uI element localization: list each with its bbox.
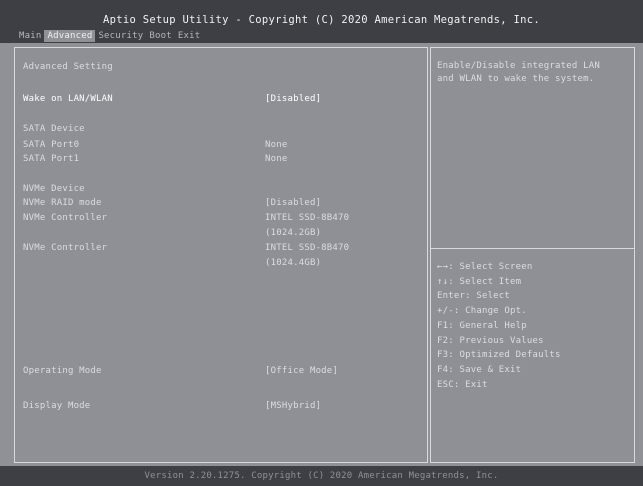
tab-security[interactable]: Security [95,30,146,42]
title-bar: Aptio Setup Utility - Copyright (C) 2020… [0,0,643,43]
display-mode-value[interactable]: [MSHybrid] [265,401,321,412]
sata-port1-label: SATA Port1 [23,154,80,164]
wake-on-lan-value[interactable]: [Disabled] [265,94,321,105]
section-title: Advanced Setting [23,62,113,72]
wake-on-lan-label[interactable]: Wake on LAN/WLAN [23,94,113,105]
menu-bar: Main Advanced Security Boot Exit [16,30,203,42]
tab-exit[interactable]: Exit [175,30,203,42]
nvme-controller-1-label: NVMe Controller [23,213,108,223]
nvme-controller-1-model: INTEL SSD-8B470 [265,213,350,223]
nvme-device-header: NVMe Device [23,184,85,194]
key-legend: ←→: Select Screen ↑↓: Select Item Enter:… [437,260,561,392]
help-panel: Enable/Disable integrated LAN and WLAN t… [430,47,635,463]
footer-version: Version 2.20.1275. Copyright (C) 2020 Am… [0,466,643,486]
operating-mode-label[interactable]: Operating Mode [23,366,102,377]
key-general-help: F1: General Help [437,320,527,331]
operating-mode-value[interactable]: [Office Mode] [265,366,338,377]
key-change-option: +/-: Change Opt. [437,306,527,317]
nvme-controller-2-model: INTEL SSD-8B470 [265,243,350,253]
nvme-controller-2-label: NVMe Controller [23,243,108,253]
tab-advanced[interactable]: Advanced [44,30,96,42]
app-title: Aptio Setup Utility - Copyright (C) 2020… [102,14,541,26]
sata-port0-label: SATA Port0 [23,140,80,150]
nvme-controller-1-size: (1024.2GB) [265,228,322,238]
sata-device-header: SATA Device [23,124,85,134]
help-description: Enable/Disable integrated LAN and WLAN t… [437,61,600,84]
key-enter-select: Enter: Select [437,291,511,302]
nvme-raid-label[interactable]: NVMe RAID mode [23,198,102,209]
sata-port0-value: None [265,140,288,150]
tab-main[interactable]: Main [16,30,44,42]
display-mode-label[interactable]: Display Mode [23,401,90,412]
key-esc-exit: ESC: Exit [437,379,488,390]
key-previous-values: F2: Previous Values [437,335,544,346]
key-save-exit: F4: Save & Exit [437,364,522,375]
sata-port1-value: None [265,154,288,164]
key-optimized-defaults: F3: Optimized Defaults [437,350,561,361]
settings-panel: Advanced Setting Wake on LAN/WLAN [Disab… [14,47,428,463]
key-select-screen: ←→: Select Screen [437,262,533,272]
nvme-controller-2-size: (1024.4GB) [265,258,322,268]
help-divider [431,248,634,249]
tab-boot[interactable]: Boot [146,30,174,42]
nvme-raid-value[interactable]: [Disabled] [265,198,321,209]
key-select-item: ↑↓: Select Item [437,276,522,287]
